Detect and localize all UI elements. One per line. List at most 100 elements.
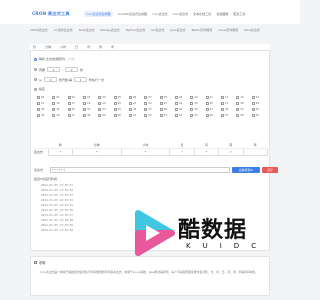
- second-checkbox[interactable]: 33: [82, 108, 98, 111]
- from-step-input[interactable]: 1: [73, 77, 87, 82]
- second-checkbox[interactable]: 42: [220, 108, 236, 111]
- checkbox-box[interactable]: [251, 114, 255, 117]
- second-checkbox[interactable]: 15: [37, 102, 52, 105]
- checkbox-box[interactable]: [251, 102, 255, 105]
- second-checkbox[interactable]: 57: [220, 114, 236, 117]
- second-checkbox[interactable]: 09: [174, 96, 190, 99]
- checkbox-box[interactable]: [128, 96, 132, 99]
- sub-nav-item[interactable]: Java表达式: [170, 28, 185, 32]
- second-checkbox[interactable]: 20: [113, 102, 129, 105]
- checkbox-box[interactable]: [205, 108, 209, 111]
- checkbox-box[interactable]: [174, 102, 178, 105]
- option-every[interactable]: 每秒 允许的通配符[, - * /]: [34, 57, 74, 61]
- second-checkbox[interactable]: 59: [251, 114, 267, 117]
- top-nav-item[interactable]: 文本比较工具: [193, 12, 211, 17]
- cycle-from-input[interactable]: 1: [47, 67, 61, 72]
- second-checkbox[interactable]: 08: [159, 96, 175, 99]
- sub-nav-item[interactable]: Go表达式: [151, 28, 164, 32]
- second-checkbox[interactable]: 02: [67, 96, 83, 99]
- second-checkbox[interactable]: 45: [37, 114, 52, 117]
- second-checkbox[interactable]: 16: [52, 102, 67, 105]
- checkbox-box[interactable]: [190, 108, 194, 111]
- second-checkbox[interactable]: 36: [128, 108, 144, 111]
- second-checkbox[interactable]: 18: [82, 102, 98, 105]
- second-checkbox[interactable]: 43: [236, 108, 251, 111]
- app-logo[interactable]: CRON 表达式工具: [32, 11, 70, 17]
- sub-nav-item[interactable]: MCS表达式: [244, 28, 260, 32]
- second-checkbox[interactable]: 14: [251, 96, 267, 99]
- second-checkbox[interactable]: 34: [98, 108, 113, 111]
- checkbox-box[interactable]: [37, 96, 40, 99]
- second-checkbox[interactable]: 44: [251, 108, 267, 111]
- checkbox-box[interactable]: [144, 96, 148, 99]
- second-checkbox[interactable]: 54: [174, 114, 190, 117]
- second-checkbox[interactable]: 52: [144, 114, 159, 117]
- checkbox-box[interactable]: [37, 114, 40, 117]
- second-checkbox[interactable]: 04: [98, 96, 113, 99]
- second-checkbox[interactable]: 11: [205, 96, 221, 99]
- checkbox-box[interactable]: [37, 102, 40, 105]
- second-checkbox[interactable]: 48: [82, 114, 98, 117]
- checkbox-box[interactable]: [128, 102, 132, 105]
- second-checkbox[interactable]: 27: [220, 102, 236, 105]
- top-nav-item[interactable]: crontab表达式生成器: [118, 12, 147, 17]
- expr-cell-second[interactable]: *: [47, 147, 73, 156]
- checkbox-box[interactable]: [37, 108, 40, 111]
- checkbox-box[interactable]: [98, 108, 102, 111]
- tab-minute[interactable]: 分钟: [45, 45, 51, 49]
- expr-cell-week[interactable]: ?: [218, 147, 244, 156]
- checkbox-box[interactable]: [236, 96, 240, 99]
- second-checkbox[interactable]: 05: [113, 96, 129, 99]
- checkbox-box[interactable]: [113, 114, 117, 117]
- checkbox-box[interactable]: [98, 114, 102, 117]
- second-checkbox[interactable]: 22: [144, 102, 159, 105]
- sub-nav-item[interactable]: Nuts表达式: [79, 28, 95, 32]
- checkbox-box[interactable]: [113, 102, 117, 105]
- second-checkbox[interactable]: 01: [52, 96, 67, 99]
- checkbox-box[interactable]: [220, 108, 224, 111]
- checkbox-box[interactable]: [220, 96, 224, 99]
- checkbox-box[interactable]: [128, 114, 132, 117]
- checkbox-box[interactable]: [67, 108, 71, 111]
- from-start-input[interactable]: 0: [44, 77, 58, 82]
- tab-second[interactable]: 秒: [33, 45, 36, 49]
- expr-cell-hour[interactable]: *: [120, 147, 171, 156]
- radio-cycle[interactable]: [34, 68, 37, 71]
- second-checkbox[interactable]: 10: [190, 96, 205, 99]
- second-checkbox[interactable]: 23: [159, 102, 175, 105]
- second-checkbox[interactable]: 53: [159, 114, 175, 117]
- sub-nav-item[interactable]: Nodejs表达式: [100, 28, 119, 32]
- checkbox-box[interactable]: [159, 102, 163, 105]
- top-nav-item[interactable]: cron表达式生成器: [84, 11, 113, 17]
- second-checkbox[interactable]: 51: [128, 114, 144, 117]
- second-checkbox[interactable]: 40: [190, 108, 205, 111]
- checkbox-box[interactable]: [98, 102, 102, 105]
- sub-nav-item[interactable]: Python表达式: [126, 28, 145, 32]
- second-checkbox[interactable]: 35: [113, 108, 129, 111]
- second-checkbox[interactable]: 58: [236, 114, 251, 117]
- checkbox-box[interactable]: [159, 114, 163, 117]
- checkbox-box[interactable]: [98, 96, 102, 99]
- second-checkbox[interactable]: 37: [144, 108, 159, 111]
- second-checkbox[interactable]: 38: [159, 108, 175, 111]
- expr-cell-minute[interactable]: *: [71, 147, 122, 156]
- reverse-parse-button[interactable]: 反解析到UI: [232, 167, 260, 173]
- checkbox-box[interactable]: [67, 102, 71, 105]
- checkbox-box[interactable]: [174, 96, 178, 99]
- checkbox-box[interactable]: [205, 96, 209, 99]
- second-checkbox[interactable]: 29: [251, 102, 267, 105]
- second-checkbox[interactable]: 12: [220, 96, 236, 99]
- tab-month[interactable]: 月: [87, 45, 90, 49]
- checkbox-box[interactable]: [220, 114, 224, 117]
- second-checkbox[interactable]: 39: [174, 108, 190, 111]
- second-checkbox[interactable]: 41: [205, 108, 221, 111]
- checkbox-box[interactable]: [205, 114, 209, 117]
- checkbox-box[interactable]: [236, 114, 240, 117]
- top-nav-item[interactable]: cron表达式: [173, 12, 189, 17]
- second-checkbox[interactable]: 30: [37, 108, 52, 111]
- second-checkbox[interactable]: 07: [144, 96, 159, 99]
- checkbox-box[interactable]: [113, 108, 117, 111]
- second-checkbox[interactable]: 06: [128, 96, 144, 99]
- checkbox-box[interactable]: [52, 108, 56, 111]
- second-checkbox[interactable]: 49: [98, 114, 113, 117]
